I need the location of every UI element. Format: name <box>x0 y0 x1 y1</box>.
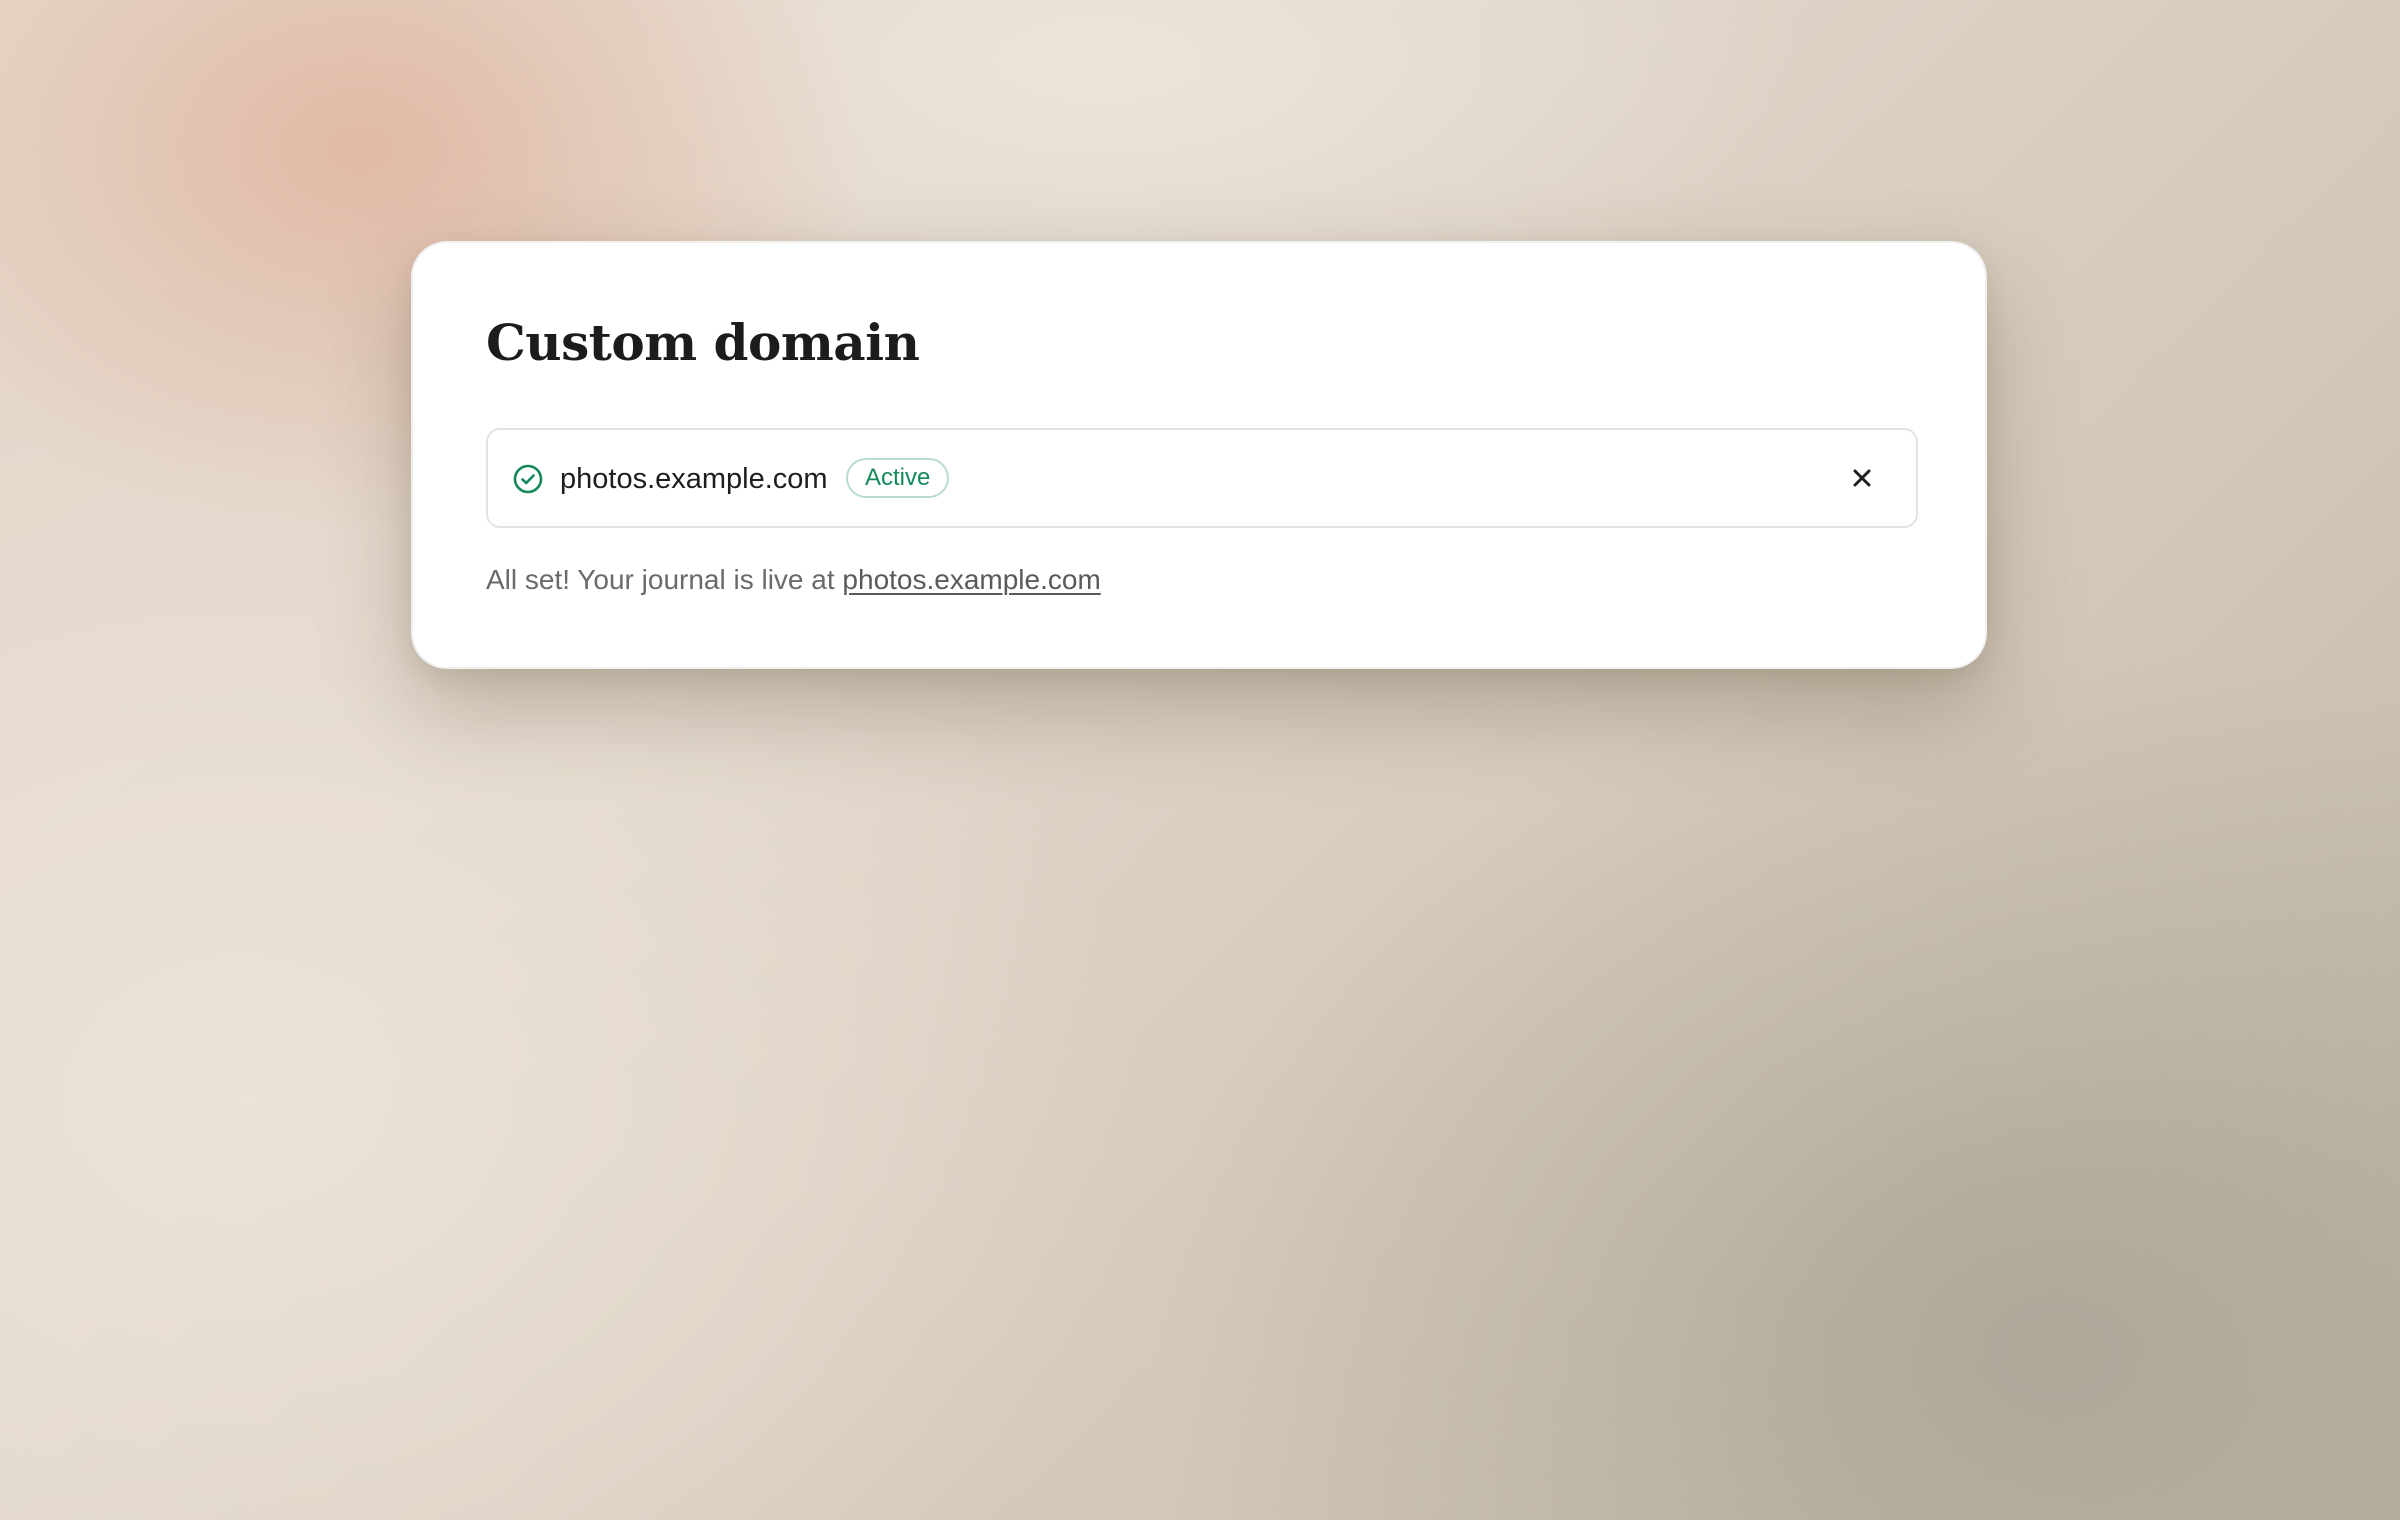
check-circle-icon <box>513 464 543 494</box>
status-message: All set! Your journal is live at photos.… <box>486 560 1101 600</box>
status-badge: Active <box>846 458 950 498</box>
domain-link[interactable]: photos.example.com <box>842 564 1100 595</box>
custom-domain-card: Custom domain photos.example.com Active … <box>411 241 1987 669</box>
status-message-text: All set! Your journal is live at <box>486 564 843 595</box>
close-icon <box>1853 469 1871 487</box>
remove-domain-button[interactable] <box>1840 456 1884 500</box>
domain-name: photos.example.com <box>560 463 828 495</box>
domain-row: photos.example.com Active <box>486 428 1918 528</box>
card-title: Custom domain <box>486 313 920 372</box>
